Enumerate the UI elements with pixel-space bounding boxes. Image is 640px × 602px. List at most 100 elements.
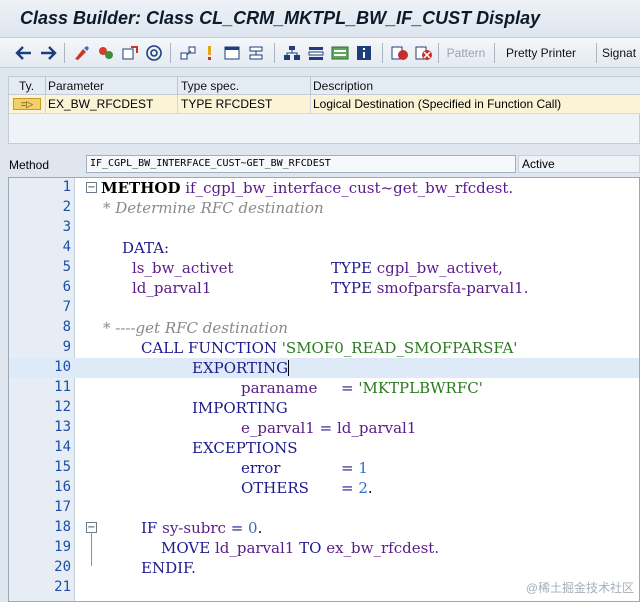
code-line[interactable]: 20 ENDIF. xyxy=(9,558,639,578)
keyword: TO xyxy=(299,539,322,557)
set-breakpoint-icon[interactable] xyxy=(390,43,410,63)
line-number: 11 xyxy=(54,379,71,395)
text-cursor xyxy=(288,360,290,376)
line-number: 5 xyxy=(62,259,71,275)
code-line[interactable]: 13 e_parval1 = ld_parval1 xyxy=(9,418,639,438)
keyword: MOVE xyxy=(161,539,211,557)
parameter-name: e_parval1 xyxy=(241,419,315,437)
check-object-icon[interactable] xyxy=(120,43,140,63)
parameters-panel: Ty. Parameter Type spec. Description =▷ … xyxy=(8,76,640,144)
variable: ld_parval1 xyxy=(132,279,212,297)
line-number: 15 xyxy=(54,459,71,475)
abap-editor[interactable]: 1 − METHOD if_cgpl_bw_interface_cust~get… xyxy=(8,177,640,602)
code-line[interactable]: 1 − METHOD if_cgpl_bw_interface_cust~get… xyxy=(9,178,639,198)
parameters-grid-header: Ty. Parameter Type spec. Description xyxy=(9,77,640,95)
info-exclamation-icon[interactable] xyxy=(202,43,216,63)
code-line[interactable]: 3 xyxy=(9,218,639,238)
code-line[interactable]: 15 error = 1 xyxy=(9,458,639,478)
method-name: if_cgpl_bw_interface_cust~get_bw_rfcdest… xyxy=(185,179,514,197)
line-number: 13 xyxy=(54,419,71,435)
variable: ex_bw_rfcdest. xyxy=(326,539,440,557)
toolbar-separator xyxy=(274,43,275,63)
activate-icon[interactable] xyxy=(144,43,164,63)
parameter-cell[interactable]: EX_BW_RFCDEST xyxy=(48,97,153,111)
period: . xyxy=(257,519,263,537)
code-line[interactable]: 16 OTHERS = 2. xyxy=(9,478,639,498)
keyword: ENDIF. xyxy=(141,559,196,577)
line-number: 2 xyxy=(62,199,71,215)
type-spec-cell[interactable]: TYPE RFCDEST xyxy=(181,97,272,111)
stack-icon[interactable] xyxy=(306,43,326,63)
toolbar-separator xyxy=(596,43,597,63)
code-line[interactable]: 12 IMPORTING xyxy=(9,398,639,418)
watermark: @稀土掘金技术社区 xyxy=(525,581,634,595)
code-line[interactable]: 8 * ----get RFC destination xyxy=(9,318,639,338)
code-line[interactable]: 9 CALL FUNCTION 'SMOF0_READ_SMOFPARSFA' xyxy=(9,338,639,358)
window-title: Class Builder: Class CL_CRM_MKTPL_BW_IF_… xyxy=(20,8,541,28)
line-number: 3 xyxy=(62,219,71,235)
comment: * ----get RFC destination xyxy=(103,319,288,337)
code-line[interactable]: 2 * Determine RFC destination xyxy=(9,198,639,218)
keyword: EXPORTING xyxy=(192,359,289,377)
back-arrow-icon[interactable] xyxy=(14,43,34,63)
pretty-printer-button[interactable]: Pretty Printer xyxy=(500,43,582,63)
line-number: 10 xyxy=(54,359,71,375)
keyword: TYPE xyxy=(331,279,372,297)
column-header-parameter[interactable]: Parameter xyxy=(48,79,104,93)
active-inactive-icon[interactable] xyxy=(96,43,116,63)
layout-icon[interactable] xyxy=(330,43,350,63)
code-line[interactable]: 17 xyxy=(9,498,639,518)
method-name-field[interactable]: IF_CGPL_BW_INTERFACE_CUST~GET_BW_RFCDEST xyxy=(86,155,516,173)
forward-arrow-icon[interactable] xyxy=(38,43,58,63)
code-line[interactable]: 4 DATA: xyxy=(9,238,639,258)
column-separator xyxy=(45,77,46,95)
column-header-type-spec[interactable]: Type spec. xyxy=(181,79,239,93)
signature-button[interactable]: Signat xyxy=(602,43,640,63)
keyword: IMPORTING xyxy=(192,399,288,417)
collapse-toggle-icon[interactable]: − xyxy=(86,182,97,193)
code-line[interactable]: 6 ld_parval1 TYPE smofparsfa-parval1. xyxy=(9,278,639,298)
navigation-window-icon[interactable] xyxy=(222,43,242,63)
number-literal: 0 xyxy=(248,519,258,537)
table-row[interactable]: =▷ EX_BW_RFCDEST TYPE RFCDEST Logical De… xyxy=(9,95,640,114)
object-list-icon[interactable] xyxy=(282,43,302,63)
delete-breakpoint-icon[interactable] xyxy=(414,43,434,63)
where-used-icon[interactable] xyxy=(178,43,198,63)
line-number: 19 xyxy=(54,539,71,555)
operator: = xyxy=(341,479,354,497)
code-line[interactable]: 18 − IF sy-subrc = 0. xyxy=(9,518,639,538)
code-line-current[interactable]: 10 EXPORTING xyxy=(9,358,639,378)
column-separator xyxy=(310,95,311,114)
pattern-button[interactable]: Pattern xyxy=(444,43,488,63)
information-icon[interactable] xyxy=(354,43,374,63)
line-number: 12 xyxy=(54,399,71,415)
line-number: 17 xyxy=(54,499,71,515)
column-separator xyxy=(45,95,46,114)
toolbar-separator xyxy=(170,43,171,63)
hierarchy-icon[interactable] xyxy=(246,43,266,63)
code-line[interactable]: 19 MOVE ld_parval1 TO ex_bw_rfcdest. xyxy=(9,538,639,558)
code-line[interactable]: 7 xyxy=(9,298,639,318)
variable: ls_bw_activet xyxy=(132,259,234,277)
application-toolbar: Pattern Pretty Printer Signat xyxy=(0,38,640,68)
column-separator xyxy=(177,95,178,114)
line-number: 7 xyxy=(62,299,71,315)
keyword: DATA: xyxy=(122,239,170,257)
method-bar: Method IF_CGPL_BW_INTERFACE_CUST~GET_BW_… xyxy=(0,152,640,176)
code-line[interactable]: 11 paraname = 'MKTPLBWRFC' xyxy=(9,378,639,398)
method-keyword: METHOD xyxy=(101,179,181,197)
operator: = xyxy=(341,379,354,397)
line-number: 16 xyxy=(54,479,71,495)
description-cell[interactable]: Logical Destination (Specified in Functi… xyxy=(313,97,561,111)
number-literal: 1 xyxy=(358,459,368,477)
line-number: 18 xyxy=(54,519,71,535)
code-line[interactable]: 14 EXCEPTIONS xyxy=(9,438,639,458)
keyword: TYPE xyxy=(331,259,372,277)
period: . xyxy=(367,479,373,497)
code-line[interactable]: 5 ls_bw_activet TYPE cgpl_bw_activet, xyxy=(9,258,639,278)
column-header-description[interactable]: Description xyxy=(313,79,373,93)
string-literal: 'SMOF0_READ_SMOFPARSFA' xyxy=(281,339,518,357)
exporting-param-icon: =▷ xyxy=(13,98,41,110)
column-header-ty[interactable]: Ty. xyxy=(19,79,34,93)
display-change-icon[interactable] xyxy=(72,43,92,63)
